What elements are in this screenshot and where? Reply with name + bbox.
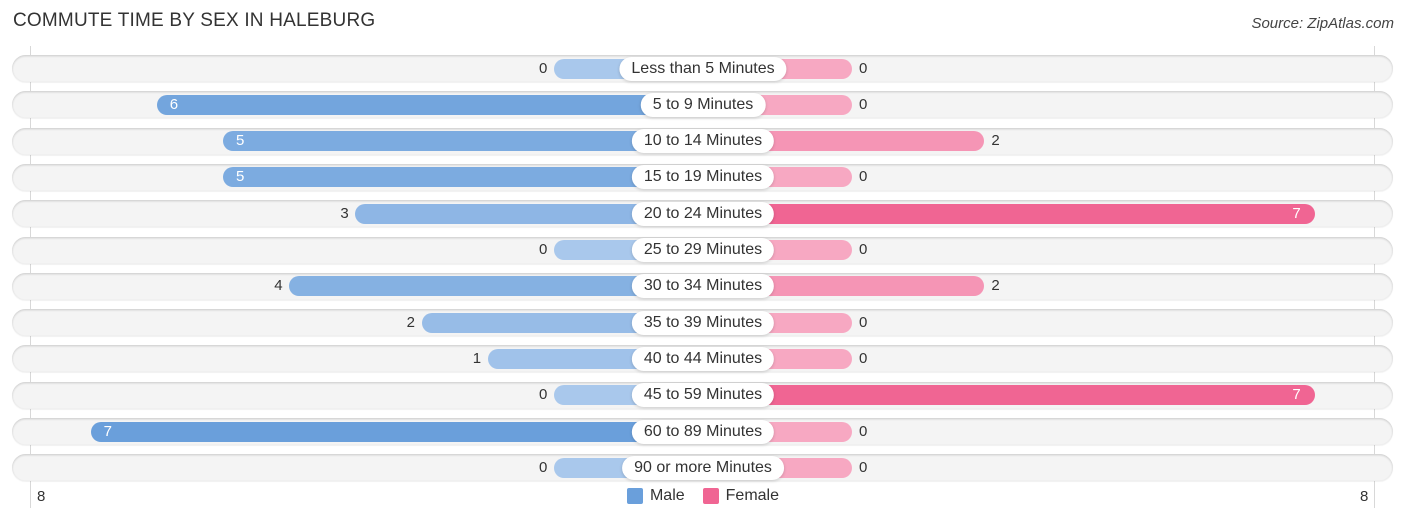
category-label: 5 to 9 Minutes: [640, 92, 766, 117]
legend-swatch-male: [626, 488, 643, 504]
bar-value-female: 0: [859, 458, 868, 476]
bar-value-male: 6: [169, 95, 179, 113]
legend-item-male[interactable]: Male: [626, 487, 685, 505]
bar-male[interactable]: [90, 421, 703, 442]
bar-value-male: 0: [539, 59, 548, 77]
category-label: 25 to 29 Minutes: [631, 238, 775, 262]
legend: Male Female: [0, 487, 1406, 505]
bar-value-male: 7: [103, 422, 112, 440]
bar-value-male: 1: [472, 349, 482, 367]
bar-value-male: 4: [274, 277, 283, 295]
bar-value-female: 0: [859, 95, 868, 113]
bar-value-female: 7: [1292, 204, 1301, 222]
category-label: 10 to 14 Minutes: [631, 129, 775, 154]
legend-label-female: Female: [725, 487, 780, 504]
category-label: 30 to 34 Minutes: [631, 274, 775, 299]
legend-label-male: Male: [649, 487, 685, 504]
bar-value-female: 2: [991, 132, 1000, 150]
source-credit: Source: ZipAtlas.com: [1251, 15, 1394, 32]
category-label: 45 to 59 Minutes: [631, 383, 775, 408]
bar-value-male: 5: [236, 168, 245, 186]
bar-value-female: 0: [859, 168, 868, 186]
bar-value-male: 0: [539, 241, 548, 258]
category-label: Less than 5 Minutes: [619, 56, 787, 81]
bar-female[interactable]: [703, 203, 1316, 224]
bar-value-female: 0: [859, 422, 868, 440]
bar-value-female: 0: [859, 59, 868, 77]
bar-value-male: 0: [539, 386, 548, 404]
bar-female[interactable]: [703, 385, 1316, 406]
category-label: 35 to 39 Minutes: [631, 310, 775, 335]
category-label: 60 to 89 Minutes: [631, 419, 775, 444]
bar-value-male: 3: [340, 204, 349, 222]
bar-value-male: 0: [539, 458, 548, 476]
bar-value-female: 7: [1292, 386, 1301, 404]
bar-value-female: 0: [859, 241, 868, 258]
category-label: 20 to 24 Minutes: [631, 201, 775, 226]
category-label: 15 to 19 Minutes: [631, 165, 775, 190]
chart-title: COMMUTE TIME BY SEX IN HALEBURG: [13, 10, 376, 31]
bar-value-female: 0: [859, 349, 868, 367]
category-label: 90 or more Minutes: [622, 455, 784, 480]
category-label: 40 to 44 Minutes: [631, 346, 775, 371]
legend-item-female[interactable]: Female: [702, 487, 780, 505]
bar-value-male: 2: [406, 313, 415, 331]
bar-value-female: 0: [859, 313, 868, 331]
bar-value-female: 2: [991, 277, 1000, 295]
legend-swatch-female: [702, 488, 719, 504]
bar-value-male: 5: [236, 132, 245, 150]
bar-male[interactable]: [156, 94, 703, 115]
